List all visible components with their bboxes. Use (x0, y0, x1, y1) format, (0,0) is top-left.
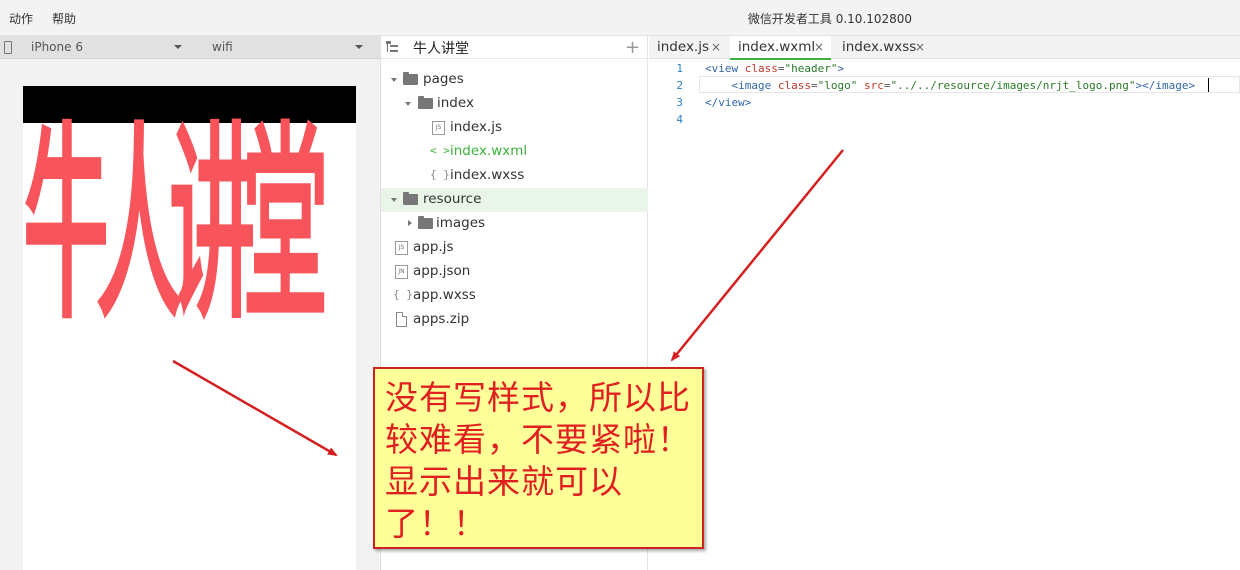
tab-label: index.js (657, 39, 710, 55)
code-token: "../../resource/images/nrjt_logo.png" (890, 79, 1136, 92)
json-file-icon: JN (395, 265, 408, 279)
tree-item-app-js[interactable]: JS app.js (381, 236, 648, 260)
tree-item-app-wxss[interactable]: { } app.wxss (381, 284, 648, 308)
folder-icon (403, 72, 418, 85)
close-icon[interactable]: × (711, 40, 721, 54)
tree-item-index-folder[interactable]: index (381, 92, 648, 116)
tree-item-resource[interactable]: resource (381, 188, 648, 212)
code-token: "header" (784, 62, 838, 75)
caret-right-icon[interactable] (408, 220, 412, 226)
project-name: 牛人讲堂 (413, 41, 469, 57)
folder-icon (418, 216, 433, 229)
tree-item-pages[interactable]: pages (381, 68, 648, 92)
logo-image: 牛人讲堂 (23, 103, 328, 349)
caret-down-icon[interactable] (391, 78, 397, 82)
line-number: 2 (676, 79, 683, 92)
device-select[interactable]: iPhone 6 (31, 40, 83, 54)
chevron-down-icon[interactable] (174, 45, 182, 49)
line-number: 3 (676, 96, 683, 109)
simulator-toolbar: iPhone 6 wifi (0, 36, 381, 59)
tab-index-wxml[interactable]: index.wxml × (730, 36, 831, 60)
line-number: 4 (676, 113, 683, 126)
tree-item-index-wxss[interactable]: { } index.wxss (381, 164, 648, 188)
tree-item-label: app.json (413, 263, 471, 279)
caret-down-icon[interactable] (405, 102, 411, 106)
project-tree-icon (386, 41, 398, 52)
code-token: > (837, 62, 845, 75)
add-file-icon[interactable]: + (625, 37, 640, 58)
js-file-icon: JS (395, 241, 408, 255)
tree-item-label: index.wxss (450, 167, 525, 183)
code-line-1: <view class="header"> (705, 62, 844, 75)
braces-icon: { } (430, 168, 450, 181)
tree-item-label: apps.zip (413, 311, 470, 327)
tree-item-label: index.wxml (450, 143, 528, 159)
editor-tabs: index.js × index.wxml × index.wxss × (649, 36, 1240, 60)
tree-item-label: images (436, 215, 486, 231)
annotation-callout: 没有写样式，所以比较难看，不要紧啦！显示出来就可以了！！ (373, 367, 704, 549)
js-file-icon: JS (432, 121, 445, 135)
tree-item-label: resource (423, 191, 482, 207)
file-icon (396, 312, 407, 327)
tree-item-apps-zip[interactable]: apps.zip (381, 308, 648, 332)
code-line-3: </view> (705, 96, 751, 109)
tab-index-js[interactable]: index.js × (649, 36, 729, 59)
code-token: = (810, 79, 818, 92)
tree-item-label: index.js (450, 119, 503, 135)
code-editor[interactable]: index.js × index.wxml × index.wxss × 1 2… (649, 36, 1240, 570)
tree-item-label: app.js (413, 239, 454, 255)
code-token: <view (705, 62, 745, 75)
network-select[interactable]: wifi (212, 40, 233, 54)
app-title: 微信开发者工具 0.10.102800 (747, 12, 913, 26)
close-icon[interactable]: × (814, 40, 824, 54)
caret-down-icon[interactable] (391, 198, 397, 202)
title-bar: 动作 帮助 微信开发者工具 0.10.102800 (0, 0, 1240, 36)
code-token: = (777, 62, 785, 75)
code-token: </view> (705, 96, 752, 109)
code-tag-icon: < > (430, 144, 450, 157)
code-token: "logo" (817, 79, 858, 92)
file-tree-header: 牛人讲堂 + (381, 36, 648, 59)
tab-index-wxss[interactable]: index.wxss × (833, 36, 933, 59)
phone-icon (4, 41, 12, 54)
simulator-panel: iPhone 6 wifi 牛人讲堂 (0, 36, 381, 570)
code-token: src (863, 79, 884, 92)
tree-item-app-json[interactable]: JN app.json (381, 260, 648, 284)
code-token: class (777, 79, 811, 92)
tree-item-label: index (437, 95, 474, 111)
annotation-text: 没有写样式，所以比较难看，不要紧啦！显示出来就可以了！！ (385, 378, 691, 543)
code-token: class (744, 62, 778, 75)
close-icon[interactable]: × (915, 40, 925, 54)
line-number: 1 (676, 62, 683, 75)
tree-item-index-wxml[interactable]: < > index.wxml (381, 140, 648, 164)
code-token: <image (731, 79, 778, 92)
tree-item-label: app.wxss (413, 287, 476, 303)
code-line-2: <image class="logo" src="../../resource/… (705, 79, 1196, 92)
tree-item-index-js[interactable]: JS index.js (381, 116, 648, 140)
braces-icon: { } (393, 288, 413, 301)
text-cursor (1208, 78, 1209, 92)
chevron-down-icon[interactable] (355, 45, 363, 49)
tree-item-label: pages (423, 71, 464, 87)
tree-item-images[interactable]: images (381, 212, 648, 236)
code-token: ></image> (1135, 79, 1196, 92)
folder-icon (403, 192, 418, 205)
tab-label: index.wxml (738, 39, 816, 55)
folder-icon (418, 96, 433, 109)
phone-screen: 牛人讲堂 (23, 86, 356, 570)
tab-label: index.wxss (842, 39, 917, 55)
